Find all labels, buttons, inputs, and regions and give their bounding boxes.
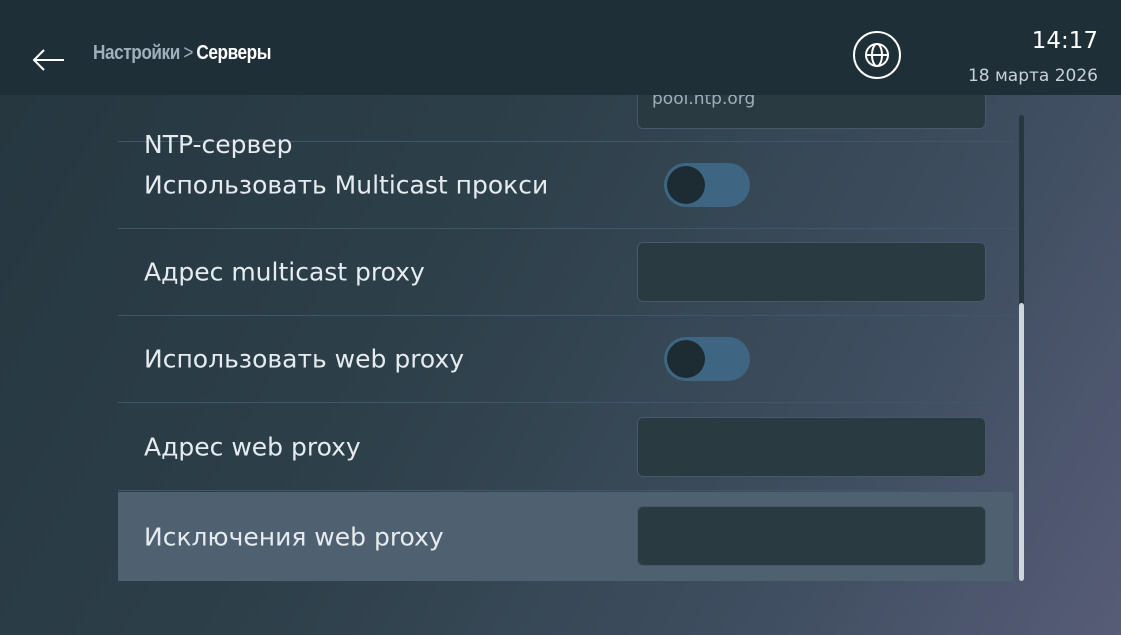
scroll-thumb[interactable]	[1019, 303, 1024, 581]
breadcrumb: Настройки > Серверы	[93, 42, 271, 65]
web-proxy-toggle[interactable]	[664, 337, 750, 381]
settings-row-multicast-proxy-address[interactable]: Адрес multicast proxy	[118, 229, 1013, 316]
toggle-knob	[667, 166, 705, 204]
row-label: Использовать Multicast прокси	[144, 170, 549, 200]
language-button[interactable]	[853, 31, 901, 79]
settings-row-web-proxy-address[interactable]: Адрес web proxy	[118, 404, 1013, 491]
web-proxy-exceptions-field[interactable]	[637, 506, 986, 566]
settings-row-ntp-server[interactable]: NTP-сервер pool.ntp.org	[118, 95, 1013, 159]
back-button[interactable]	[28, 40, 68, 80]
breadcrumb-current: Серверы	[196, 42, 271, 64]
clock: 14:17	[1031, 28, 1098, 54]
row-label: Адрес web proxy	[144, 432, 361, 462]
header-bar: Настройки > Серверы 14:17 18 марта 2026	[0, 0, 1121, 95]
ntp-server-field[interactable]: pool.ntp.org	[637, 95, 986, 129]
toggle-knob	[667, 340, 705, 378]
row-label: Исключения web proxy	[144, 522, 444, 551]
settings-row-multicast-proxy-toggle[interactable]: Использовать Multicast прокси	[118, 142, 1013, 229]
multicast-proxy-toggle[interactable]	[664, 163, 750, 207]
settings-list[interactable]: NTP-сервер pool.ntp.org Использовать Mul…	[118, 95, 1013, 581]
web-proxy-address-field[interactable]	[637, 417, 986, 477]
globe-icon	[865, 43, 889, 67]
date: 18 марта 2026	[967, 66, 1098, 86]
settings-row-web-proxy-toggle[interactable]: Использовать web proxy	[118, 316, 1013, 403]
scrollbar[interactable]	[1019, 115, 1024, 581]
multicast-proxy-address-field[interactable]	[637, 242, 986, 302]
breadcrumb-parent[interactable]: Настройки	[93, 42, 180, 64]
row-label: Адрес multicast proxy	[144, 257, 425, 287]
back-arrow-icon	[32, 49, 64, 71]
row-label: Использовать web proxy	[144, 344, 465, 374]
breadcrumb-separator: >	[183, 42, 193, 64]
settings-row-web-proxy-exceptions[interactable]: Исключения web proxy	[118, 492, 1013, 581]
